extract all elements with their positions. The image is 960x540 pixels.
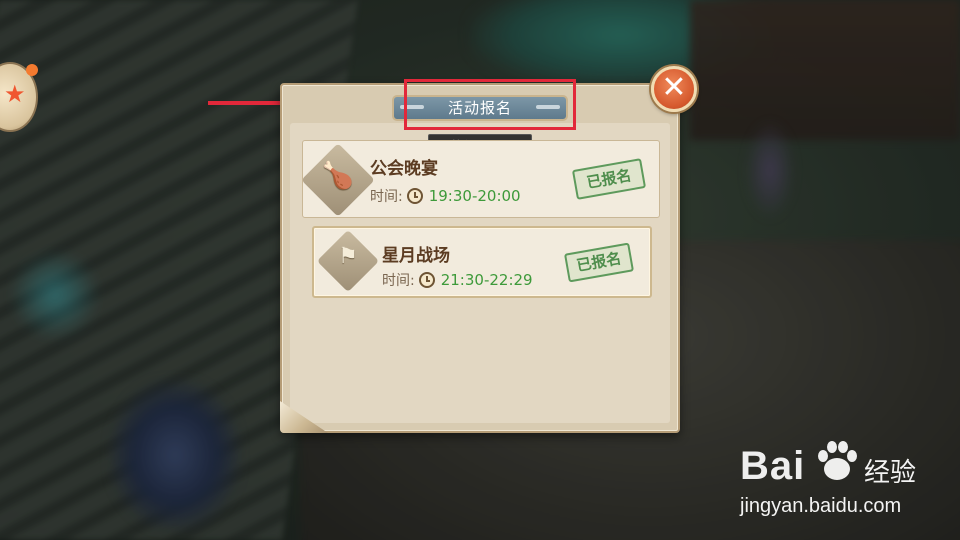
clock-icon [418,272,435,288]
crossed-flags-icon: ⚑ [338,244,358,269]
activity-card-guild-banquet[interactable]: 🍗 公会晚宴 时间: 19:30-20:00 已报名 [301,140,660,218]
activity-name: 公会晚宴 [370,159,438,179]
paw-icon [818,441,857,480]
activity-name: 星月战场 [382,246,450,266]
close-x-icon: ✕ [661,70,687,105]
notification-dot [26,64,38,76]
watermark-brand: Bai [740,444,806,488]
watermark-url: jingyan.baidu.com [740,495,902,517]
activity-time-row: 时间: 19:30-20:00 [370,186,521,206]
star-icon: ★ [4,80,26,108]
time-label: 时间: [370,189,403,205]
roast-chicken-icon: 🍗 [321,161,355,191]
clock-icon [406,188,423,204]
annotation-highlight-box [404,79,576,130]
watermark-brand-cn: 经验 [864,458,917,488]
activity-time: 19:30-20:00 [428,187,521,205]
time-label: 时间: [382,273,415,289]
registered-stamp: 已报名 [571,158,647,200]
registered-stamp: 已报名 [563,242,635,283]
close-button[interactable]: ✕ [651,66,697,112]
activity-time-row: 时间: 21:30-22:29 [382,270,533,290]
activity-time: 21:30-22:29 [440,271,533,289]
activity-card-star-moon-battlefield[interactable]: ⚑ 星月战场 时间: 21:30-22:29 已报名 [312,226,652,298]
